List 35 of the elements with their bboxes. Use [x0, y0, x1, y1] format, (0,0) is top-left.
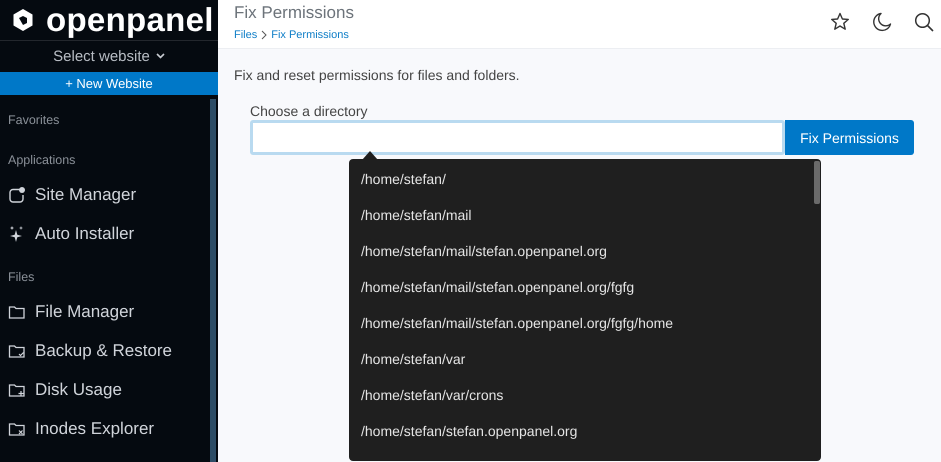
suggestion-item[interactable]: /home/stefan/mail/stefan.openpanel.org/fgfg — [349, 269, 821, 305]
suggestion-item[interactable]: /home/stefan/mail — [349, 197, 821, 233]
section-title: Files — [8, 269, 36, 286]
page-description: Fix and reset permissions for files and folders. — [234, 67, 521, 83]
search-icon[interactable] — [914, 12, 934, 32]
nav-item[interactable]: Disk Usage — [8, 370, 218, 409]
nav-item[interactable]: Inodes Explorer — [8, 409, 218, 448]
brand-name: openpanel — [46, 1, 214, 40]
suggestion-item[interactable]: /home/stefan/mail/stefan.openpanel.org/fgfg/home — [349, 305, 821, 341]
breadcrumb-link[interactable]: Files — [234, 29, 258, 41]
nav-item[interactable]: Backup & Restore — [8, 331, 218, 370]
fix-permissions-button[interactable]: Fix Permissions — [785, 120, 914, 155]
page-title: Fix Permissions — [234, 3, 354, 23]
section-title: Favorites — [8, 112, 60, 129]
directory-field[interactable] — [250, 120, 785, 155]
nav-item[interactable]: Auto Installer — [8, 214, 218, 253]
nav-item[interactable]: File Manager — [8, 292, 218, 331]
star-icon[interactable] — [830, 12, 850, 32]
scrollbar[interactable] — [210, 99, 216, 462]
chevron-icon — [261, 30, 268, 40]
field-label: Choose a directory — [250, 103, 369, 119]
suggestion-item[interactable]: /home/stefan/mail/stefan.openpanel.org — [349, 233, 821, 269]
cube-icon — [12, 8, 34, 32]
chevron-down-icon — [156, 53, 165, 60]
new-website-button[interactable]: + New Website — [0, 72, 218, 95]
moon-icon[interactable] — [872, 12, 892, 32]
website-select[interactable]: Select website — [53, 48, 165, 65]
suggestion-item[interactable]: /home/stefan/var — [349, 341, 821, 377]
breadcrumb-link[interactable]: Fix Permissions — [271, 29, 349, 41]
scrollbar-thumb[interactable] — [814, 161, 820, 204]
suggestion-item[interactable]: /home/stefan/ — [349, 161, 821, 197]
suggestion-item[interactable]: /home/stefan/stefan.openpanel.org — [349, 413, 821, 449]
nav-item[interactable]: Site Manager — [8, 175, 218, 214]
section-title: Applications — [8, 152, 76, 169]
suggestion-item[interactable]: /home/stefan/var/crons — [349, 377, 821, 413]
